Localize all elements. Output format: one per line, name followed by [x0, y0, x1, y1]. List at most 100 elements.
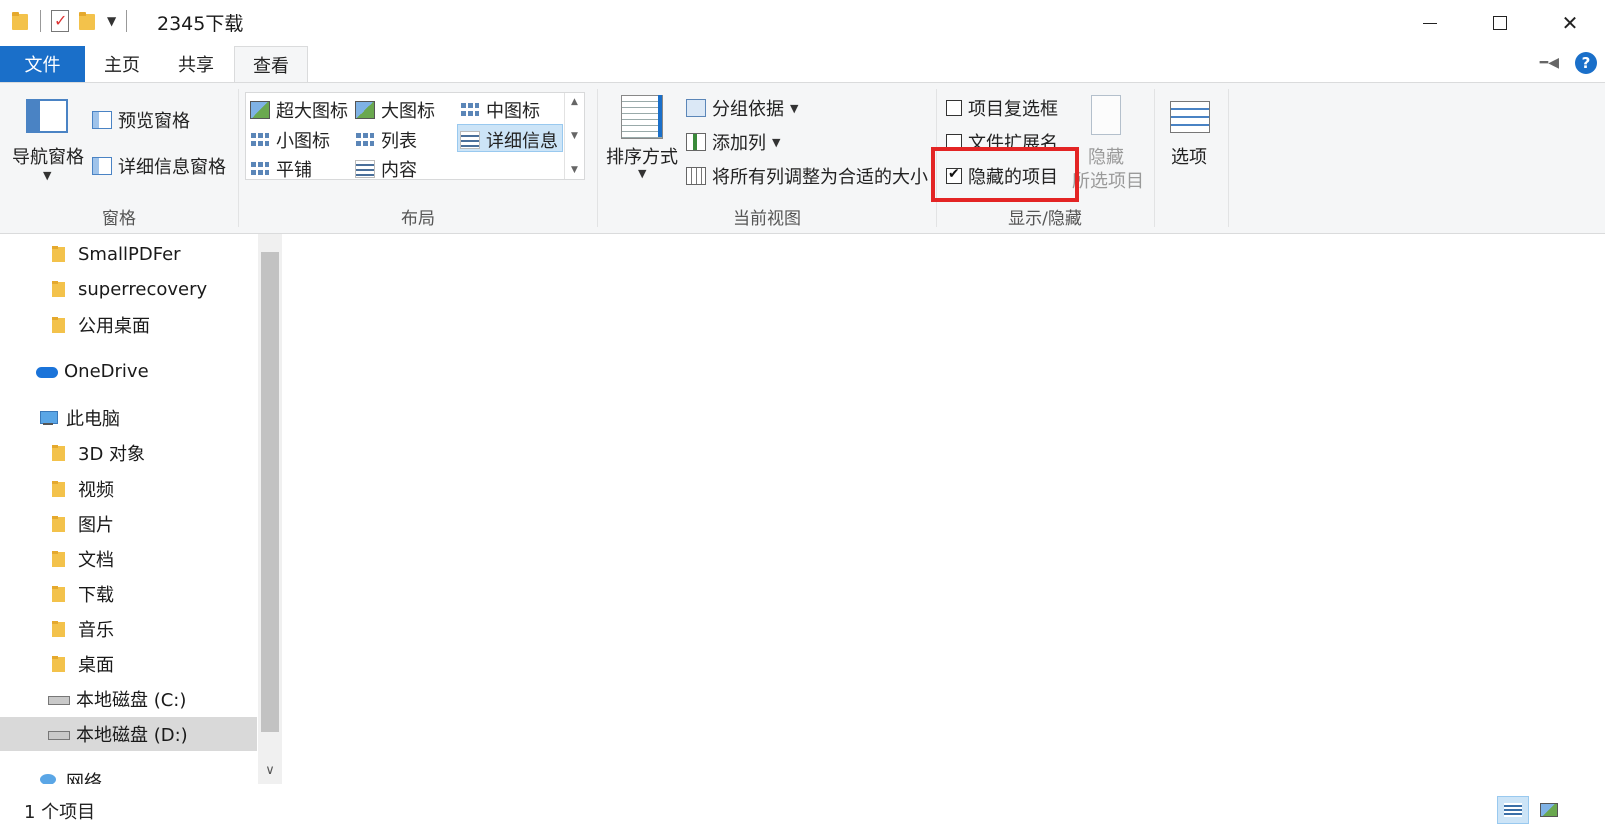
- large-icons-view-button[interactable]: [1533, 796, 1565, 824]
- nav-item-desktop[interactable]: 桌面: [0, 647, 257, 681]
- preview-pane-button[interactable]: 预览窗格: [92, 107, 190, 133]
- item-checkboxes-checkbox[interactable]: [946, 100, 962, 116]
- maximize-button[interactable]: [1465, 0, 1535, 46]
- details-pane-icon: [92, 157, 112, 175]
- group-label-panes: 窗格: [102, 209, 136, 229]
- customize-toolbar-chevron-icon[interactable]: ▼: [107, 14, 116, 28]
- gallery-scrollbar[interactable]: ▲ ▼ ▼: [564, 93, 584, 179]
- tab-share[interactable]: 共享: [166, 46, 226, 82]
- group-label-show-hide: 显示/隐藏: [1008, 209, 1082, 229]
- nav-item-pictures[interactable]: 图片: [0, 507, 257, 541]
- folder-pictures-icon: [50, 514, 68, 534]
- item-checkboxes-toggle[interactable]: 项目复选框: [946, 95, 1058, 121]
- sort-by-icon[interactable]: [621, 95, 663, 139]
- tab-file[interactable]: 文件: [0, 46, 85, 82]
- layout-list[interactable]: 列表: [355, 127, 417, 153]
- layout-option-label: 平铺: [276, 160, 312, 181]
- sort-by-dropdown-icon[interactable]: ▼: [638, 167, 646, 180]
- computer-icon: [38, 408, 58, 428]
- new-folder-icon[interactable]: [79, 11, 97, 31]
- nav-item-label: superrecovery: [78, 278, 208, 300]
- layout-option-label: 小图标: [276, 131, 330, 152]
- nav-item-documents[interactable]: 文档: [0, 542, 257, 576]
- toolbar-separator: [40, 10, 41, 32]
- options-button[interactable]: 选项: [1171, 143, 1207, 169]
- nav-item-label: 3D 对象: [78, 444, 146, 465]
- gallery-expand-icon[interactable]: ▼: [571, 165, 578, 175]
- nav-item-drive-d[interactable]: 本地磁盘 (D:): [0, 717, 257, 751]
- hide-selected-button-line2[interactable]: 所选项目: [1072, 167, 1144, 193]
- folder-documents-icon: [50, 549, 68, 569]
- add-columns-button[interactable]: 添加列 ▼: [686, 129, 780, 155]
- folder-video-icon: [50, 479, 68, 499]
- navigation-pane-button[interactable]: 导航窗格: [12, 143, 84, 169]
- hide-selected-button[interactable]: 隐藏: [1088, 143, 1124, 169]
- layout-content[interactable]: 内容: [355, 156, 417, 182]
- folder-icon: [50, 315, 68, 335]
- add-columns-label: 添加列: [712, 133, 766, 154]
- layout-large-icons[interactable]: 大图标: [355, 97, 435, 123]
- pin-ribbon-icon[interactable]: ━◀: [1540, 55, 1559, 71]
- sort-arrow-icon: [658, 95, 662, 137]
- layout-extra-large-icons[interactable]: 超大图标: [250, 97, 348, 123]
- group-panes: 导航窗格 ▼ 预览窗格 详细信息窗格 窗格: [0, 83, 238, 233]
- nav-item-music[interactable]: 音乐: [0, 612, 257, 646]
- gallery-scroll-down-icon[interactable]: ▼: [571, 131, 578, 141]
- layout-medium-icons[interactable]: 中图标: [460, 97, 540, 123]
- properties-icon[interactable]: [51, 10, 69, 32]
- layout-option-label: 详细信息: [486, 131, 558, 152]
- maximize-icon: [1493, 16, 1507, 30]
- ribbon-help-area: ━◀ ?: [1540, 52, 1597, 74]
- nav-pane-scrollbar[interactable]: ∨: [258, 234, 282, 784]
- nav-item-network[interactable]: 网络: [0, 764, 257, 784]
- window-title: 2345下载: [157, 13, 244, 35]
- folder-icon: [50, 279, 68, 299]
- gallery-scroll-up-icon[interactable]: ▲: [571, 97, 578, 107]
- minimize-button[interactable]: [1395, 0, 1465, 46]
- nav-item-public-desktop[interactable]: 公用桌面: [0, 308, 257, 342]
- navigation-pane-icon[interactable]: [26, 99, 68, 133]
- navigation-pane-dropdown-icon[interactable]: ▼: [43, 169, 51, 182]
- nav-item-smallpdfer[interactable]: SmallPDFer: [0, 237, 257, 271]
- nav-item-label: 视频: [78, 480, 114, 501]
- group-label-current-view: 当前视图: [733, 209, 801, 229]
- nav-item-label: 桌面: [78, 655, 114, 676]
- nav-item-onedrive[interactable]: OneDrive: [0, 354, 257, 388]
- sort-by-button[interactable]: 排序方式: [606, 143, 678, 169]
- folder-icon: [50, 244, 68, 264]
- nav-item-drive-c[interactable]: 本地磁盘 (C:): [0, 682, 257, 716]
- close-button[interactable]: ✕: [1535, 0, 1605, 46]
- options-icon[interactable]: [1170, 101, 1210, 133]
- file-list-area[interactable]: [283, 234, 1605, 784]
- status-bar: 1 个项目: [0, 784, 1605, 834]
- layout-small-icons[interactable]: 小图标: [250, 127, 330, 153]
- layout-tiles[interactable]: 平铺: [250, 156, 312, 182]
- nav-item-videos[interactable]: 视频: [0, 472, 257, 506]
- nav-item-this-pc[interactable]: 此电脑: [0, 401, 257, 435]
- nav-item-label: 本地磁盘 (C:): [76, 690, 187, 711]
- group-by-icon: [686, 99, 706, 117]
- large-icons-icon: [355, 101, 375, 119]
- size-all-columns-button[interactable]: 将所有列调整为合适的大小: [686, 163, 928, 189]
- nav-item-superrecovery[interactable]: superrecovery: [0, 272, 257, 306]
- nav-item-3d-objects[interactable]: 3D 对象: [0, 436, 257, 470]
- layout-option-label: 大图标: [381, 101, 435, 122]
- nav-pane-scroll-thumb[interactable]: [261, 252, 279, 732]
- ribbon-tabs: 文件 主页 共享 查看 ━◀ ?: [0, 46, 1605, 83]
- nav-item-label: 公用桌面: [78, 316, 150, 337]
- nav-item-downloads[interactable]: 下载: [0, 577, 257, 611]
- group-by-button[interactable]: 分组依据 ▼: [686, 95, 798, 121]
- group-label-layout: 布局: [401, 209, 435, 229]
- details-view-button[interactable]: [1497, 796, 1529, 824]
- hide-selected-icon: [1091, 95, 1121, 135]
- drive-d-icon: [48, 724, 70, 744]
- navigation-pane: SmallPDFer superrecovery 公用桌面 OneDrive 此…: [0, 234, 282, 784]
- details-pane-button[interactable]: 详细信息窗格: [92, 153, 226, 179]
- large-icons-view-icon: [1540, 803, 1558, 817]
- layout-option-label: 内容: [381, 160, 417, 181]
- help-icon[interactable]: ?: [1575, 52, 1597, 74]
- layout-details[interactable]: 详细信息: [460, 127, 558, 153]
- tab-view[interactable]: 查看: [234, 46, 308, 83]
- tab-home[interactable]: 主页: [92, 46, 152, 82]
- scroll-down-chevron-icon[interactable]: ∨: [258, 763, 282, 778]
